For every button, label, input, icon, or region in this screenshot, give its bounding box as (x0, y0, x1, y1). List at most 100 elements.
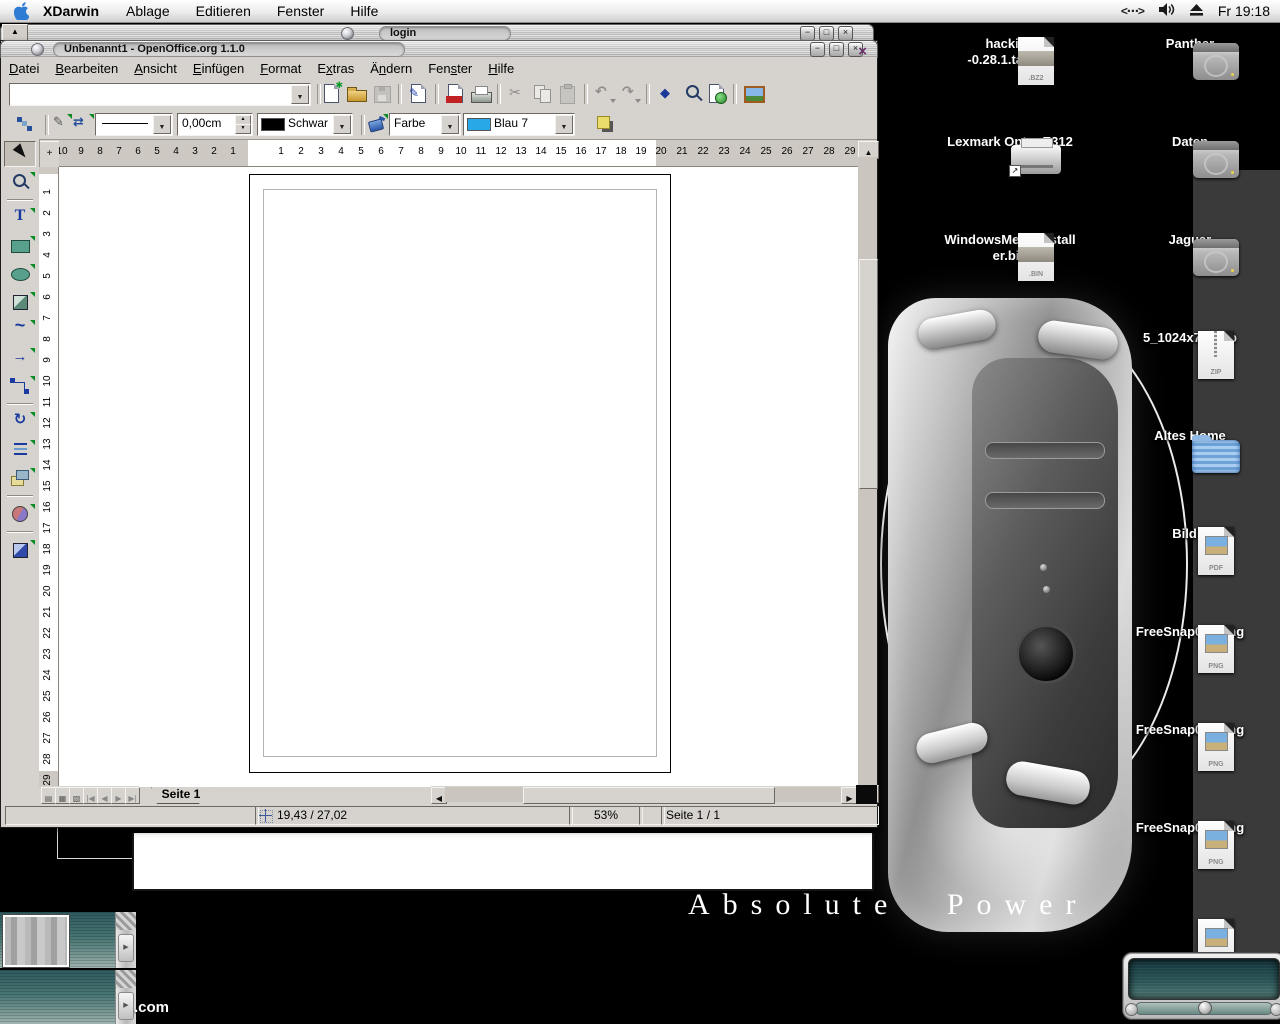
fill-type-value[interactable]: Farbe (394, 114, 442, 133)
menu-bearbeiten[interactable]: Bearbeiten (47, 59, 126, 78)
view-mode-button-2[interactable] (55, 787, 70, 804)
undo-button[interactable]: ↶ (593, 82, 616, 105)
url-combobox[interactable] (9, 83, 311, 106)
open-button[interactable] (345, 82, 368, 105)
curve-tool[interactable]: ~ (4, 317, 36, 343)
window-gem-button[interactable] (341, 27, 354, 40)
window-gem-button[interactable] (31, 43, 44, 56)
desktop-icon-windowsmediainstall[interactable]: .BINWindowsMediaInstaller.bin (925, 232, 1095, 264)
desktop-icon-hacking[interactable]: .BZ2hacking-0.28.1.tar.bz2 (925, 36, 1095, 68)
menu-hilfe[interactable]: Hilfe (480, 59, 522, 78)
keyboard-layout-icon[interactable]: <⋯> (1121, 4, 1144, 18)
desktop-icon-5-1024x768-zip[interactable]: ZIP5_1024x768.zip (1105, 330, 1275, 346)
zoom-button[interactable] (680, 82, 703, 105)
close-document-icon[interactable]: × (858, 44, 867, 59)
macmenu-app-name[interactable]: XDarwin (39, 3, 113, 19)
teal-widget-slider-thumb[interactable] (1198, 1001, 1212, 1015)
maximize-button[interactable] (829, 42, 844, 57)
macmenu-editieren[interactable]: Editieren (183, 3, 264, 19)
chevron-down-icon[interactable] (555, 115, 573, 134)
apple-menu-icon[interactable] (14, 2, 29, 20)
menu-fenster[interactable]: Fenster (420, 59, 480, 78)
chevron-down-icon[interactable] (333, 115, 351, 134)
rectangle-tool[interactable] (4, 233, 36, 259)
vertical-ruler[interactable]: 1234567891011121314151617181920212223242… (39, 167, 59, 786)
teal-widget-right-button[interactable] (1270, 1003, 1280, 1016)
teal-widget-slider-track[interactable] (1135, 1002, 1273, 1015)
menu-ändern[interactable]: Ändern (362, 59, 420, 78)
background-scrollbar-up-button[interactable]: ▲ (2, 24, 28, 41)
desktop-icon-freesnap001-png[interactable]: PNGFreeSnap001.png (1105, 624, 1275, 640)
desktop-icon-freesnap003-png[interactable]: PNGFreeSnap003.png (1105, 820, 1275, 836)
menu-datei[interactable]: Datei (1, 59, 47, 78)
gallery-button[interactable] (742, 82, 765, 105)
minimize-button[interactable] (800, 26, 815, 41)
macmenu-ablage[interactable]: Ablage (113, 3, 183, 19)
eject-icon[interactable] (1189, 3, 1204, 20)
chevron-down-icon[interactable] (441, 115, 459, 134)
menu-bar-clock[interactable]: Fr 19:18 (1218, 3, 1270, 19)
fill-type-select[interactable]: Farbe (389, 113, 461, 136)
desktop-icon-bild-1[interactable]: PDFBild 1 (1105, 526, 1275, 542)
openoffice-titlebar[interactable]: Unbenannt1 - OpenOffice.org 1.1.0 (0, 40, 878, 58)
desktop-icon-freesnap002-png[interactable]: PNGFreeSnap002.png (1105, 722, 1275, 738)
nav-next-page-button[interactable]: ▶ (111, 787, 126, 804)
menu-einfügen[interactable]: Einfügen (185, 59, 252, 78)
arrange-tool[interactable] (4, 465, 36, 491)
window-resize-corner[interactable] (856, 785, 877, 804)
fill-color-value[interactable]: Blau 7 (494, 114, 556, 133)
edit-file-button[interactable]: ✎ (407, 82, 430, 105)
export-pdf-button[interactable] (444, 82, 467, 105)
view-mode-button-1[interactable] (41, 787, 56, 804)
shadow-icon[interactable] (593, 112, 616, 135)
minimize-button[interactable] (810, 42, 825, 57)
drawing-canvas[interactable] (59, 167, 858, 786)
rotate-tool[interactable]: ↻ (4, 409, 36, 435)
status-position[interactable]: 19,43 / 27,02 (255, 806, 573, 825)
status-zoom-level[interactable]: 53% (569, 806, 643, 825)
desktop-icon-panther[interactable]: Panther (1105, 36, 1275, 52)
fill-bucket-icon[interactable] (365, 112, 388, 135)
spin-down-icon[interactable]: ▼ (235, 124, 251, 134)
effects-tool[interactable] (4, 501, 36, 527)
fill-color-select[interactable]: Blau 7 (463, 113, 575, 136)
arrow-ends-icon[interactable]: ⇄ (71, 112, 94, 135)
3d-objects-tool[interactable] (4, 289, 36, 315)
teal-media-widget[interactable] (1122, 952, 1280, 1020)
line-width-spinner[interactable]: 0,00cm ▲ ▼ (177, 113, 253, 136)
redo-button[interactable]: ↷ (618, 82, 641, 105)
nav-prev-page-button[interactable]: ◀ (97, 787, 112, 804)
lines-arrows-tool[interactable]: → (4, 345, 36, 371)
alignment-tool[interactable] (4, 437, 36, 463)
horizontal-ruler[interactable]: 1098765432112345678910111213141516171819… (59, 140, 858, 167)
navigator-button[interactable]: ◆ (655, 82, 678, 105)
menu-ansicht[interactable]: Ansicht (126, 59, 185, 78)
desktop-icon-altes-home[interactable]: Altes Home (1105, 428, 1275, 444)
teal-widget-left-button[interactable] (1125, 1003, 1138, 1016)
volume-icon[interactable] (1158, 2, 1175, 20)
3d-controller-tool[interactable] (4, 537, 36, 563)
chevron-down-icon[interactable] (291, 85, 309, 104)
status-page-indicator[interactable]: Seite 1 / 1 (661, 806, 879, 825)
macmenu-fenster[interactable]: Fenster (264, 3, 337, 19)
line-width-value[interactable]: 0,00cm (182, 114, 234, 133)
line-color-select[interactable]: Schwar (257, 113, 353, 136)
macmenu-hilfe[interactable]: Hilfe (337, 3, 391, 19)
text-tool[interactable]: T (4, 205, 36, 231)
vertical-scrollbar-thumb[interactable] (859, 259, 878, 489)
edit-points-icon[interactable] (13, 112, 36, 135)
desktop-icon-jaguar[interactable]: Jaguar (1105, 232, 1275, 248)
ruler-origin-button[interactable]: + (39, 141, 60, 168)
save-button[interactable] (370, 82, 393, 105)
nav-last-page-button[interactable]: ▶| (125, 787, 140, 804)
line-color-value[interactable]: Schwar (288, 114, 334, 133)
hyperlink-button[interactable] (705, 82, 728, 105)
nav-first-page-button[interactable]: |◀ (83, 787, 98, 804)
line-style-select[interactable] (95, 113, 173, 136)
view-mode-button-3[interactable] (69, 787, 84, 804)
copy-button[interactable] (531, 82, 554, 105)
paste-button[interactable] (556, 82, 579, 105)
menu-format[interactable]: Format (252, 59, 309, 78)
cut-button[interactable]: ✂ (506, 82, 529, 105)
chevron-down-icon[interactable] (153, 115, 171, 134)
